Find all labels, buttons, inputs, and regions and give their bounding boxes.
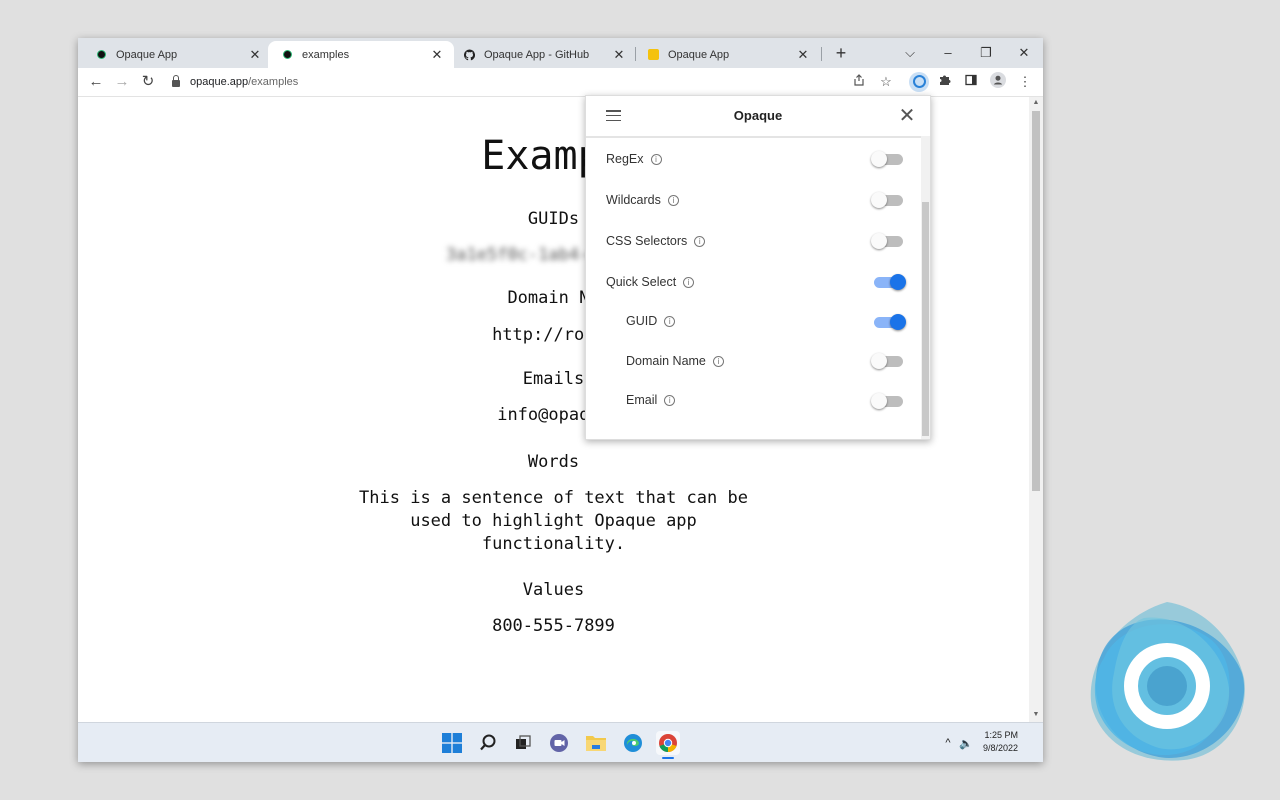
tab-title: Opaque App - GitHub	[484, 48, 590, 61]
scroll-up-arrow-icon[interactable]: ▲	[1029, 99, 1043, 106]
teams-chat-icon[interactable]	[547, 731, 571, 755]
words-line: used to highlight Opaque app	[410, 511, 697, 531]
profile-avatar-icon[interactable]	[988, 72, 1008, 92]
info-icon[interactable]: i	[664, 394, 676, 406]
words-heading: Words	[527, 452, 580, 472]
popup-scrollbar[interactable]	[921, 136, 930, 439]
url-path: /examples	[248, 76, 299, 88]
new-tab-button[interactable]: +	[830, 42, 852, 64]
address-bar[interactable]: opaque.app/examples	[172, 72, 298, 92]
tab-github[interactable]: Opaque App - GitHub ✕	[450, 41, 636, 68]
file-explorer-icon[interactable]	[584, 731, 608, 755]
clock-date: 9/8/2022	[983, 743, 1019, 753]
tab-close-icon[interactable]: ✕	[430, 47, 444, 63]
info-icon[interactable]: i	[683, 276, 695, 288]
browser-menu-icon[interactable]: ⋮	[1015, 72, 1035, 92]
taskbar: ^ 🔈 1:25 PM 9/8/2022	[78, 722, 1043, 762]
info-icon[interactable]: i	[664, 315, 676, 327]
side-panel-icon[interactable]	[961, 72, 981, 92]
bookmark-star-icon[interactable]: ☆	[876, 72, 896, 92]
extension-favicon-icon	[648, 49, 659, 60]
tab-close-icon[interactable]: ✕	[612, 47, 626, 63]
option-label: Wildcards	[606, 193, 661, 207]
volume-icon[interactable]: 🔈	[954, 731, 978, 755]
domain-name-toggle[interactable]	[871, 351, 905, 371]
words-line: functionality.	[481, 534, 626, 554]
taskbar-clock[interactable]: 1:25 PM 9/8/2022	[983, 729, 1018, 755]
browser-toolbar: ← → ↻ opaque.app/examples ☆ ⋮	[78, 68, 1043, 97]
values-value: 800-555-7899	[492, 616, 615, 636]
opaque-logo-icon	[1090, 602, 1245, 761]
close-window-button[interactable]: ✕	[1009, 42, 1039, 64]
tab-strip: Opaque App ✕ examples ✕ Opaque App - Git…	[78, 38, 1043, 68]
info-icon[interactable]: i	[667, 194, 679, 206]
option-guid: GUID i	[626, 310, 676, 332]
task-view-icon[interactable]	[511, 731, 535, 755]
popup-scrollbar-thumb[interactable]	[922, 202, 929, 436]
github-icon	[464, 48, 475, 60]
opaque-extension-popup: Opaque ✕ RegEx i Wildcards i CSS Selectors…	[585, 95, 931, 440]
tab-search-icon[interactable]: ⌵	[895, 42, 925, 64]
info-icon[interactable]: i	[712, 355, 724, 367]
wildcards-toggle[interactable]	[871, 190, 905, 210]
option-label: GUID	[626, 314, 658, 328]
guid-toggle[interactable]	[872, 312, 906, 332]
quick-select-toggle[interactable]	[872, 272, 906, 292]
opaque-favicon-icon	[96, 49, 107, 60]
start-windows-icon[interactable]	[440, 731, 464, 755]
option-label: RegEx	[606, 152, 644, 166]
tab-title: Opaque App	[116, 48, 178, 61]
regex-toggle[interactable]	[871, 149, 905, 169]
extensions-puzzle-icon[interactable]	[935, 72, 955, 92]
page-scrollbar[interactable]: ▲ ▼	[1029, 97, 1043, 722]
url-domain: opaque.app	[190, 76, 249, 88]
option-email: Email i	[626, 389, 676, 411]
scroll-down-arrow-icon[interactable]: ▼	[1029, 711, 1043, 718]
tab-close-icon[interactable]: ✕	[796, 47, 810, 63]
popup-close-icon[interactable]: ✕	[897, 105, 917, 127]
option-label: Domain Name	[626, 354, 706, 368]
clock-time: 1:25 PM	[984, 730, 1019, 740]
tab-separator	[821, 47, 822, 61]
tab-close-icon[interactable]: ✕	[248, 47, 262, 63]
option-label: Email	[626, 393, 658, 407]
option-css-selectors: CSS Selectors i	[606, 230, 706, 252]
reload-icon[interactable]: ↻	[138, 72, 158, 92]
option-wildcards: Wildcards i	[606, 189, 679, 211]
popup-header: Opaque ✕	[586, 96, 930, 138]
info-icon[interactable]: i	[650, 153, 662, 165]
search-icon[interactable]	[476, 731, 500, 755]
lock-icon	[172, 74, 180, 87]
chrome-browser-icon[interactable]	[656, 731, 680, 759]
opaque-extension-icon[interactable]	[909, 72, 929, 92]
email-toggle[interactable]	[871, 391, 905, 411]
option-quick-select: Quick Select i	[606, 271, 695, 293]
tab-opaque-app-2[interactable]: Opaque App ✕	[634, 41, 820, 68]
tab-title: examples	[302, 48, 350, 61]
option-regex: RegEx i	[606, 148, 662, 170]
values-heading: Values	[522, 580, 585, 600]
tab-examples[interactable]: examples ✕	[268, 41, 454, 68]
words-line: This is a sentence of text that can be	[359, 488, 748, 508]
forward-icon[interactable]: →	[112, 72, 132, 92]
share-icon[interactable]	[849, 72, 869, 92]
option-label: Quick Select	[606, 275, 677, 289]
opaque-favicon-icon	[282, 49, 293, 60]
back-icon[interactable]: ←	[86, 72, 106, 92]
scrollbar-thumb[interactable]	[1032, 111, 1040, 491]
edge-browser-icon[interactable]	[621, 731, 645, 755]
popup-title: Opaque	[733, 108, 783, 123]
info-icon[interactable]: i	[694, 235, 706, 247]
option-domain-name: Domain Name i	[626, 350, 724, 372]
minimize-button[interactable]: –	[933, 42, 963, 64]
option-label: CSS Selectors	[606, 234, 688, 248]
css-selectors-toggle[interactable]	[871, 231, 905, 251]
restore-button[interactable]: ❐	[971, 42, 1001, 64]
tab-title: Opaque App	[668, 48, 730, 61]
hamburger-menu-icon[interactable]	[606, 110, 621, 122]
tab-opaque-app-1[interactable]: Opaque App ✕	[82, 41, 272, 68]
